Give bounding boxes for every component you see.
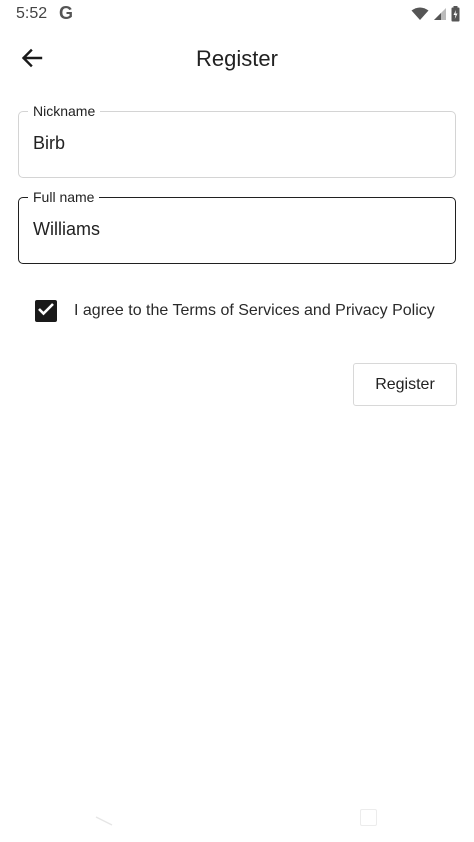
full-name-field[interactable]: Full name Williams — [18, 188, 456, 264]
nav-back-icon[interactable] — [94, 808, 114, 833]
nav-recents-icon[interactable] — [360, 809, 377, 826]
app-bar: Register — [0, 36, 474, 84]
register-screen: 5:52 G Register Nickname Birb Full name … — [0, 0, 474, 842]
google-g-icon: G — [59, 3, 74, 23]
battery-icon — [451, 6, 460, 27]
status-bar: 5:52 G — [0, 0, 474, 28]
terms-agreement-row[interactable]: I agree to the Terms of Services and Pri… — [35, 300, 435, 322]
page-title: Register — [196, 46, 278, 71]
terms-label: I agree to the Terms of Services and Pri… — [74, 302, 435, 319]
wifi-icon — [411, 7, 429, 26]
status-time: 5:52 — [16, 5, 48, 22]
register-button[interactable]: Register — [353, 363, 457, 406]
nickname-label: Nickname — [28, 102, 101, 120]
navigation-bar — [0, 800, 474, 842]
full-name-label: Full name — [28, 188, 100, 206]
cellular-signal-icon — [433, 7, 447, 26]
status-icons — [411, 6, 460, 27]
nickname-input[interactable]: Birb — [33, 133, 433, 154]
nickname-field[interactable]: Nickname Birb — [18, 102, 456, 178]
terms-checkbox[interactable] — [35, 300, 57, 322]
checkmark-icon — [37, 302, 55, 321]
full-name-input[interactable]: Williams — [33, 219, 433, 240]
